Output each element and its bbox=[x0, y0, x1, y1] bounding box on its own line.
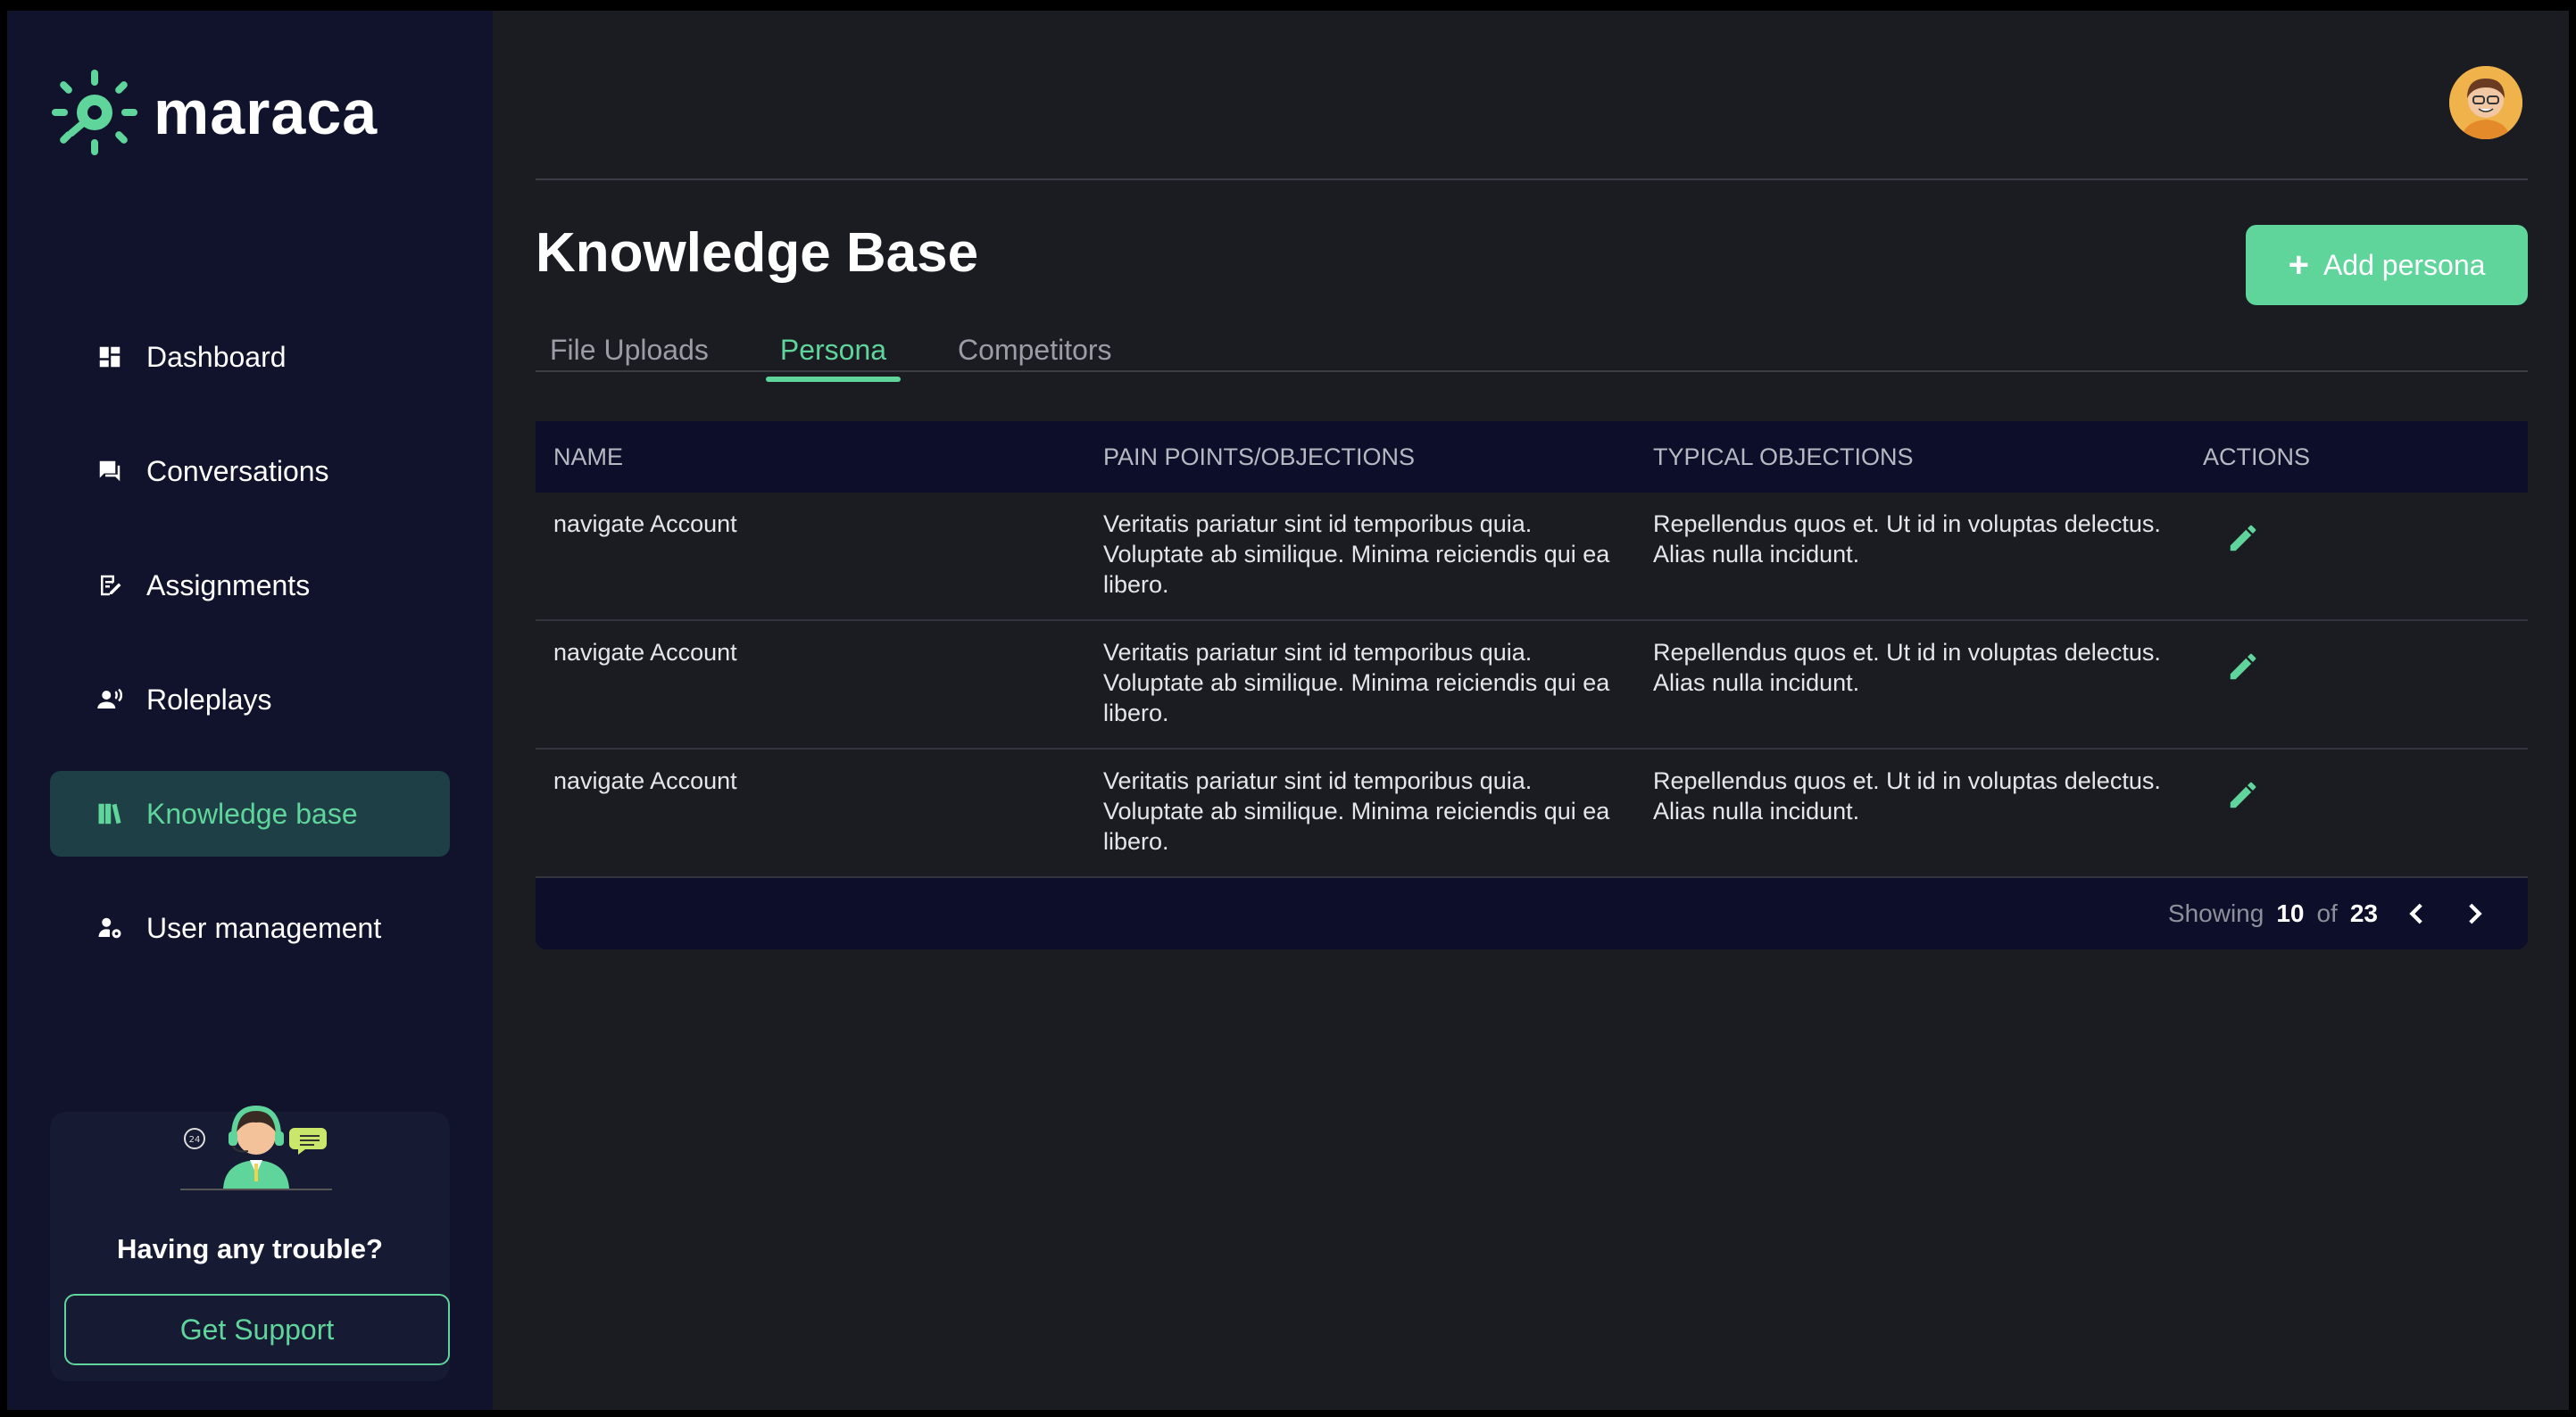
table-pagination: Showing 10 of 23 bbox=[536, 878, 2528, 949]
edit-icon[interactable] bbox=[2226, 778, 2260, 812]
sidebar-item-knowledge-base[interactable]: Knowledge base bbox=[50, 771, 450, 857]
tab-competitors[interactable]: Competitors bbox=[943, 325, 1126, 382]
persona-table: NAME PAIN POINTS/OBJECTIONS TYPICAL OBJE… bbox=[536, 421, 2528, 949]
sidebar-item-assignments[interactable]: Assignments bbox=[50, 543, 450, 628]
column-header-name: NAME bbox=[553, 443, 624, 470]
roleplay-icon bbox=[95, 684, 125, 715]
table-row: navigate Account Veritatis pariatur sint… bbox=[536, 493, 2528, 621]
persona-name: navigate Account bbox=[553, 510, 737, 537]
user-avatar[interactable] bbox=[2449, 66, 2522, 139]
persona-objections: Repellendus quos et. Ut id in voluptas d… bbox=[1653, 510, 2161, 568]
sidebar-nav: Dashboard Conversations Assignments Role… bbox=[50, 314, 450, 999]
assignment-icon bbox=[95, 570, 125, 601]
header-divider bbox=[536, 178, 2528, 180]
table-row: navigate Account Veritatis pariatur sint… bbox=[536, 750, 2528, 878]
add-persona-button[interactable]: + Add persona bbox=[2246, 225, 2528, 305]
persona-name: navigate Account bbox=[553, 639, 737, 666]
showing-label: Showing bbox=[2167, 899, 2264, 927]
persona-pain-points: Veritatis pariatur sint id temporibus qu… bbox=[1103, 510, 1610, 598]
tab-file-uploads[interactable]: File Uploads bbox=[536, 325, 723, 382]
persona-objections: Repellendus quos et. Ut id in voluptas d… bbox=[1653, 767, 2161, 825]
get-support-button[interactable]: Get Support bbox=[64, 1294, 450, 1365]
persona-pain-points: Veritatis pariatur sint id temporibus qu… bbox=[1103, 639, 1610, 726]
support-card: 24 Having any trouble? Get Support bbox=[50, 1105, 450, 1381]
sidebar-item-dashboard[interactable]: Dashboard bbox=[50, 314, 450, 400]
table-header: NAME PAIN POINTS/OBJECTIONS TYPICAL OBJE… bbox=[536, 421, 2528, 493]
brand-logo[interactable]: maraca bbox=[48, 66, 378, 159]
previous-page-button[interactable] bbox=[2399, 896, 2435, 932]
tab-bar: File Uploads Persona Competitors bbox=[536, 325, 1169, 382]
edit-icon[interactable] bbox=[2226, 521, 2260, 555]
persona-objections: Repellendus quos et. Ut id in voluptas d… bbox=[1653, 639, 2161, 696]
sidebar-item-label: Assignments bbox=[146, 568, 311, 601]
sidebar: maraca Dashboard Conversations Assignmen… bbox=[7, 11, 493, 1410]
column-header-pain-points: PAIN POINTS/OBJECTIONS bbox=[1103, 443, 1416, 470]
of-label: of bbox=[2316, 899, 2338, 927]
avatar-icon bbox=[2449, 66, 2522, 139]
maraca-logo-icon bbox=[52, 70, 137, 155]
brand-name: maraca bbox=[154, 78, 378, 147]
row-actions bbox=[2185, 493, 2528, 619]
edit-icon[interactable] bbox=[2226, 650, 2260, 684]
page-title: Knowledge Base bbox=[536, 222, 979, 284]
chat-icon bbox=[95, 456, 125, 486]
sidebar-item-user-management[interactable]: User management bbox=[50, 885, 450, 971]
sidebar-item-conversations[interactable]: Conversations bbox=[50, 428, 450, 514]
table-row: navigate Account Veritatis pariatur sint… bbox=[536, 621, 2528, 750]
plus-icon: + bbox=[2288, 244, 2309, 285]
persona-name: navigate Account bbox=[553, 767, 737, 794]
total-count: 23 bbox=[2349, 899, 2378, 927]
dashboard-icon bbox=[95, 342, 125, 372]
user-settings-icon bbox=[95, 913, 125, 943]
svg-text:24: 24 bbox=[189, 1135, 201, 1145]
sidebar-item-label: Knowledge base bbox=[146, 797, 358, 830]
sidebar-item-roleplays[interactable]: Roleplays bbox=[50, 657, 450, 742]
column-header-actions: ACTIONS bbox=[2203, 443, 2311, 470]
sidebar-item-label: User management bbox=[146, 911, 382, 944]
app-window: maraca Dashboard Conversations Assignmen… bbox=[7, 11, 2569, 1410]
persona-pain-points: Veritatis pariatur sint id temporibus qu… bbox=[1103, 767, 1610, 855]
chevron-left-icon bbox=[2409, 903, 2422, 924]
chevron-right-icon bbox=[2469, 903, 2482, 924]
add-persona-label: Add persona bbox=[2323, 248, 2486, 281]
tab-divider bbox=[536, 370, 2528, 372]
row-actions bbox=[2185, 621, 2528, 748]
sidebar-item-label: Roleplays bbox=[146, 683, 272, 716]
support-agent-illustration: 24 bbox=[180, 1105, 332, 1190]
column-header-typical-objections: TYPICAL OBJECTIONS bbox=[1653, 443, 1914, 470]
sidebar-item-label: Conversations bbox=[146, 454, 329, 487]
sidebar-item-label: Dashboard bbox=[146, 340, 287, 373]
support-title: Having any trouble? bbox=[117, 1233, 383, 1264]
showing-count: 10 bbox=[2276, 899, 2305, 927]
next-page-button[interactable] bbox=[2456, 896, 2492, 932]
book-icon bbox=[95, 799, 125, 829]
row-actions bbox=[2185, 750, 2528, 876]
tab-persona[interactable]: Persona bbox=[765, 325, 902, 382]
